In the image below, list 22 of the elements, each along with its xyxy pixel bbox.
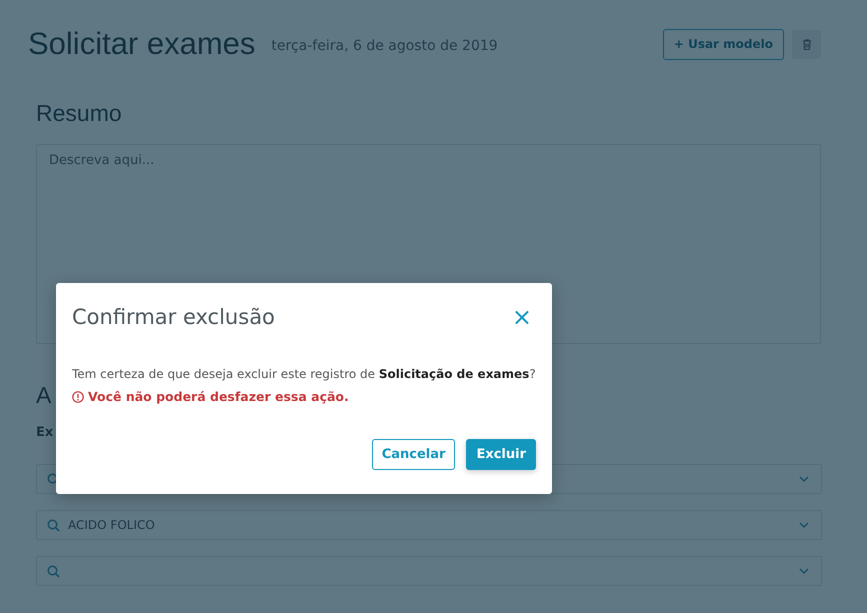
confirm-message: Tem certeza de que deseja excluir este registro de Solicitação de exames? <box>72 367 536 381</box>
page-title: Solicitar exames <box>28 26 256 62</box>
field-value: ACIDO FOLICO <box>68 518 155 532</box>
dialog-title: Confirmar exclusão <box>72 305 275 329</box>
delete-confirm-button[interactable]: Excluir <box>466 439 536 470</box>
exam-select[interactable]: ACIDO FOLICO <box>36 510 822 540</box>
cancel-button[interactable]: Cancelar <box>372 439 456 470</box>
search-icon <box>47 564 60 578</box>
chevron-down-icon <box>799 568 809 574</box>
section-heading: A <box>36 382 52 409</box>
trash-icon <box>802 38 812 50</box>
delete-button[interactable] <box>792 30 821 58</box>
chevron-down-icon <box>799 476 809 482</box>
warning-text: Você não poderá desfazer essa ação. <box>88 389 349 404</box>
close-button[interactable]: × <box>508 305 536 329</box>
warning-icon <box>72 390 84 402</box>
use-template-button[interactable]: + Usar modelo <box>662 28 784 60</box>
chevron-down-icon <box>799 522 809 528</box>
section-heading: Resumo <box>36 100 122 127</box>
search-icon <box>47 518 60 532</box>
date-text: terça-feira, 6 de agosto de 2019 <box>271 38 498 54</box>
field-label: Ex <box>36 425 54 440</box>
